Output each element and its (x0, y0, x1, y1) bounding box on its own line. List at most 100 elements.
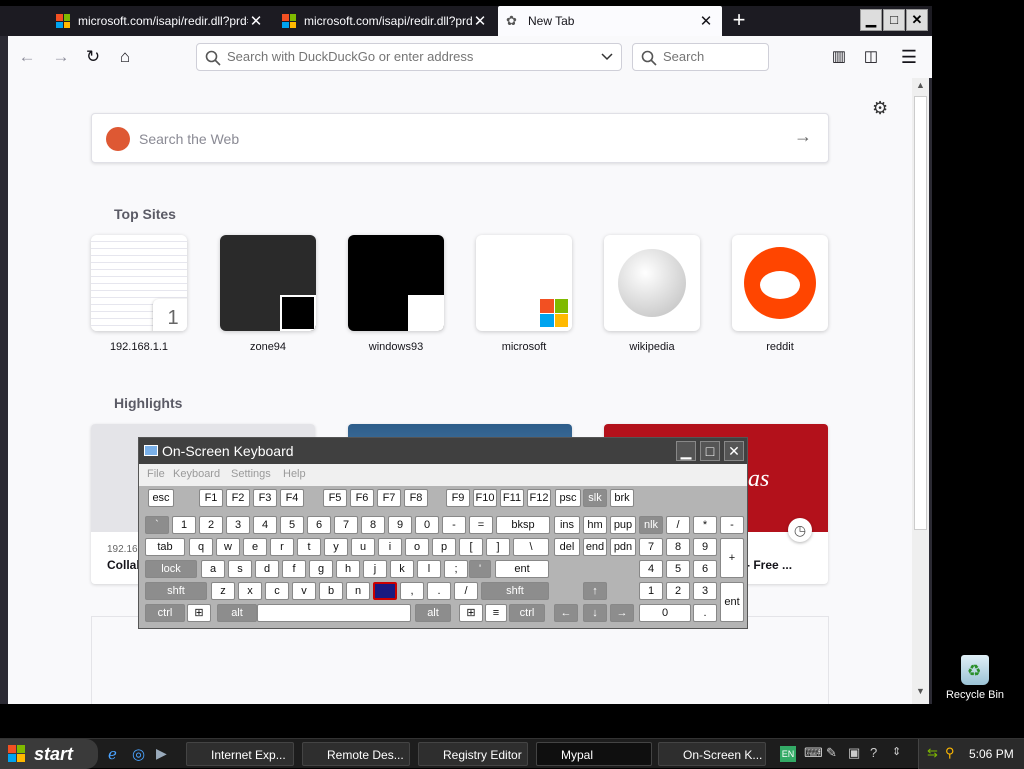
key-8[interactable]: 8 (361, 516, 385, 534)
key-2[interactable]: 2 (666, 582, 690, 600)
top-site-microsoft[interactable]: microsoft (476, 235, 572, 353)
chevron-down-icon[interactable] (601, 53, 613, 61)
key-c[interactable]: c (265, 582, 289, 600)
key-s[interactable]: s (228, 560, 252, 578)
key-7[interactable]: 7 (334, 516, 358, 534)
key-symbol[interactable]: ↓ (583, 604, 607, 622)
task-remote-desktop[interactable]: Remote Des... (302, 742, 410, 766)
key-slk[interactable]: slk (583, 489, 607, 507)
top-site-windows93[interactable]: windows93 (348, 235, 444, 353)
key-f[interactable]: f (282, 560, 306, 578)
key-3[interactable]: 3 (693, 582, 717, 600)
key-j[interactable]: j (363, 560, 387, 578)
key-F4[interactable]: F4 (280, 489, 304, 507)
top-site-router[interactable]: 1 192.168.1.1 (91, 235, 187, 353)
address-bar[interactable] (196, 43, 622, 71)
browser-quicklaunch-icon[interactable]: ◎ (132, 745, 145, 763)
osk-maximize-button[interactable]: □ (700, 441, 720, 461)
key-b[interactable]: b (319, 582, 343, 600)
key-symbol[interactable]: → (610, 604, 634, 622)
maximize-button[interactable]: □ (883, 9, 905, 31)
network-tray-icon[interactable]: ⇆ (927, 745, 938, 761)
key-ins[interactable]: ins (554, 516, 580, 534)
clock[interactable]: 5:06 PM (969, 747, 1014, 761)
key-symbol[interactable]: [ (459, 538, 483, 556)
key-9[interactable]: 9 (388, 516, 412, 534)
key-end[interactable]: end (583, 538, 607, 556)
key-9[interactable]: 9 (693, 538, 717, 556)
key-symbol[interactable]: / (666, 516, 690, 534)
key-0[interactable]: 0 (415, 516, 439, 534)
web-search-box[interactable]: Search the Web → (91, 113, 829, 163)
tab-close-icon[interactable]: ✕ (698, 12, 714, 30)
key-tab[interactable]: tab (145, 538, 185, 556)
key-w[interactable]: w (216, 538, 240, 556)
key-i[interactable]: i (378, 538, 402, 556)
forward-icon[interactable]: → (50, 46, 72, 68)
key-lock[interactable]: lock (145, 560, 197, 578)
key-space[interactable] (257, 604, 411, 622)
library-icon[interactable]: ▥ (828, 46, 850, 68)
key-h[interactable]: h (336, 560, 360, 578)
key-nlk[interactable]: nlk (639, 516, 663, 534)
search-input[interactable] (663, 49, 763, 64)
key-x[interactable]: x (238, 582, 262, 600)
key-F2[interactable]: F2 (226, 489, 250, 507)
key-e[interactable]: e (243, 538, 267, 556)
key-alt[interactable]: alt (415, 604, 451, 622)
key-F8[interactable]: F8 (404, 489, 428, 507)
scroll-up-icon[interactable]: ▲ (913, 80, 928, 94)
key-menu-icon[interactable]: ≡ (485, 604, 507, 622)
gear-icon[interactable]: ⚙ (872, 98, 888, 119)
address-input[interactable] (227, 49, 587, 64)
menu-file[interactable]: File (147, 468, 165, 480)
key-del[interactable]: del (554, 538, 580, 556)
key-F7[interactable]: F7 (377, 489, 401, 507)
tablet-tray-icon[interactable]: ▣ (848, 745, 860, 761)
task-mypal[interactable]: Mypal (536, 742, 652, 766)
key-l[interactable]: l (417, 560, 441, 578)
key-alt[interactable]: alt (217, 604, 257, 622)
key-shft[interactable]: shft (145, 582, 207, 600)
key-F1[interactable]: F1 (199, 489, 223, 507)
new-tab-button[interactable]: + (728, 8, 750, 32)
key-6[interactable]: 6 (307, 516, 331, 534)
recycle-bin[interactable]: ♻ Recycle Bin (940, 655, 1010, 701)
key-0[interactable]: 0 (639, 604, 691, 622)
tab-microsoft-1[interactable]: microsoft.com/isapi/redir.dll?prd= ✕ (48, 6, 272, 36)
key-3[interactable]: 3 (226, 516, 250, 534)
osk-titlebar[interactable]: On-Screen Keyboard ▁ □ ✕ (139, 438, 747, 464)
key-5[interactable]: 5 (280, 516, 304, 534)
vertical-scrollbar[interactable]: ▲ ▼ (912, 78, 929, 704)
close-button[interactable]: ✕ (906, 9, 928, 31)
keyboard-tray-icon[interactable]: ⌨ (804, 745, 823, 761)
language-indicator[interactable]: EN (780, 746, 796, 762)
sidebar-icon[interactable]: ◫ (860, 46, 882, 68)
key-n[interactable]: n (346, 582, 370, 600)
tab-new-tab[interactable]: ✿ New Tab ✕ (498, 6, 722, 36)
key-t[interactable]: t (297, 538, 321, 556)
media-quicklaunch-icon[interactable]: ▶ (156, 745, 167, 762)
key-symbol[interactable]: ` (145, 516, 169, 534)
key-symbol[interactable]: / (454, 582, 478, 600)
arrow-right-icon[interactable]: → (794, 126, 812, 147)
key-ent[interactable]: ent (495, 560, 549, 578)
key-windows-icon[interactable]: ⊞ (187, 604, 211, 622)
home-icon[interactable]: ⌂ (114, 46, 136, 68)
top-site-zone94[interactable]: zone94 (220, 235, 316, 353)
key-y[interactable]: y (324, 538, 348, 556)
key-7[interactable]: 7 (639, 538, 663, 556)
task-registry-editor[interactable]: Registry Editor (418, 742, 528, 766)
key-2[interactable]: 2 (199, 516, 223, 534)
minimize-button[interactable]: ▁ (860, 9, 882, 31)
key-g[interactable]: g (309, 560, 333, 578)
key-ent[interactable]: ent (720, 582, 744, 622)
key-1[interactable]: 1 (172, 516, 196, 534)
key-4[interactable]: 4 (639, 560, 663, 578)
osk-minimize-button[interactable]: ▁ (676, 441, 696, 461)
key-m[interactable]: m (373, 582, 397, 600)
scroll-thumb[interactable] (914, 96, 927, 530)
menu-help[interactable]: Help (283, 468, 306, 480)
key-symbol[interactable]: + (720, 538, 744, 578)
key-ctrl[interactable]: ctrl (145, 604, 185, 622)
